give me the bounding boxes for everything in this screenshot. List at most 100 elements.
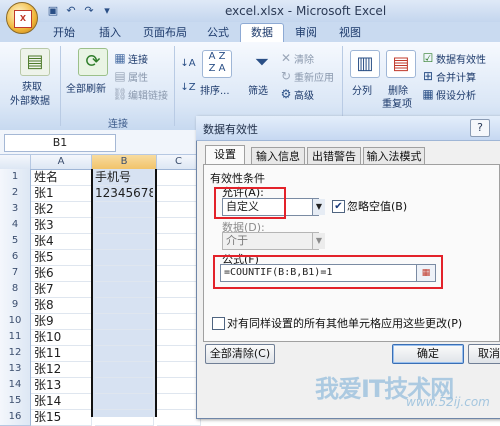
get-external-data-icon[interactable]: ▤ — [20, 48, 50, 76]
cell-a[interactable]: 张14 — [31, 393, 92, 410]
row-header[interactable]: 1 — [0, 169, 31, 186]
row-header[interactable]: 2 — [0, 185, 31, 202]
cell-c[interactable] — [157, 201, 201, 218]
remove-duplicates-icon[interactable]: ▤ — [386, 50, 416, 78]
tab-error-alert[interactable]: 出错警告 — [307, 147, 361, 165]
advanced-button[interactable]: 高级 — [294, 87, 314, 102]
cell-a[interactable]: 张8 — [31, 297, 92, 314]
row-header[interactable]: 14 — [0, 377, 31, 394]
clear-all-button[interactable]: 全部清除(C) — [205, 344, 275, 364]
tab-view[interactable]: 视图 — [330, 24, 370, 42]
cell-b[interactable] — [95, 249, 154, 266]
cell-a[interactable]: 张5 — [31, 249, 92, 266]
apply-all-checkbox[interactable] — [212, 317, 225, 330]
sort-za-icon[interactable]: ↓Z — [180, 80, 196, 96]
row-header[interactable]: 5 — [0, 233, 31, 250]
cell-c[interactable] — [157, 297, 201, 314]
cell-c[interactable] — [157, 185, 201, 202]
row-header[interactable]: 13 — [0, 361, 31, 378]
cell-a[interactable]: 张4 — [31, 233, 92, 250]
office-button[interactable]: X — [6, 2, 38, 34]
name-box[interactable]: B1 — [4, 134, 116, 152]
tab-input-message[interactable]: 输入信息 — [251, 147, 305, 165]
row-header[interactable]: 8 — [0, 281, 31, 298]
apply-all-label[interactable]: 对有同样设置的所有其他单元格应用这些更改(P) — [227, 315, 462, 331]
qat-dropdown-icon[interactable]: ▾ — [100, 4, 114, 17]
cell-c[interactable] — [157, 361, 201, 378]
consolidate-button[interactable]: 合并计算 — [436, 69, 476, 84]
data-select[interactable]: 介于 — [222, 232, 319, 250]
data-validation-button[interactable]: 数据有效性 — [436, 51, 486, 66]
tab-data[interactable]: 数据 — [240, 23, 284, 42]
cell-c[interactable] — [157, 217, 201, 234]
cell-b[interactable] — [95, 265, 154, 282]
row-header[interactable]: 16 — [0, 409, 31, 426]
cell-c[interactable] — [157, 233, 201, 250]
cell-a[interactable]: 张7 — [31, 281, 92, 298]
reapply-button[interactable]: 重新应用 — [294, 69, 334, 84]
row-header[interactable]: 15 — [0, 393, 31, 410]
cell-c[interactable] — [157, 313, 201, 330]
cell-b[interactable]: 12345678 — [95, 185, 154, 202]
what-if-button[interactable]: 假设分析 — [436, 87, 476, 102]
cell-b[interactable] — [95, 233, 154, 250]
save-icon[interactable]: ▣ — [46, 4, 60, 17]
what-if-icon[interactable]: ▦ — [420, 86, 436, 102]
tab-insert[interactable]: 插入 — [88, 24, 132, 42]
cell-a[interactable]: 张10 — [31, 329, 92, 346]
cell-a[interactable]: 张6 — [31, 265, 92, 282]
row-header[interactable]: 11 — [0, 329, 31, 346]
cell-b[interactable] — [95, 393, 154, 410]
cell-a[interactable]: 姓名 — [31, 169, 92, 186]
row-header[interactable]: 4 — [0, 217, 31, 234]
undo-icon[interactable]: ↶ — [64, 4, 78, 17]
text-to-columns-button[interactable]: 分列 — [352, 82, 372, 97]
help-button[interactable]: ? — [470, 119, 490, 137]
row-header[interactable]: 3 — [0, 201, 31, 218]
properties-button[interactable]: 属性 — [128, 69, 148, 84]
ok-button[interactable]: 确定 — [392, 344, 464, 364]
column-header-b[interactable]: B — [92, 155, 157, 170]
tab-review[interactable]: 审阅 — [286, 24, 326, 42]
cell-b[interactable] — [95, 361, 154, 378]
select-all-corner[interactable] — [0, 155, 31, 170]
ignore-blank-checkbox[interactable]: ✔ — [332, 200, 345, 213]
sort-button[interactable]: 排序... — [200, 82, 230, 97]
cell-c[interactable] — [157, 409, 201, 426]
cancel-button[interactable]: 取消 — [468, 344, 500, 364]
cell-a[interactable]: 张15 — [31, 409, 92, 426]
cell-b[interactable] — [95, 201, 154, 218]
tab-settings[interactable]: 设置 — [205, 145, 245, 166]
advanced-icon[interactable]: ⚙ — [278, 86, 294, 102]
cell-a[interactable]: 张1 — [31, 185, 92, 202]
tab-ime-mode[interactable]: 输入法模式 — [363, 147, 425, 165]
cell-c[interactable] — [157, 329, 201, 346]
cell-b[interactable] — [95, 313, 154, 330]
cell-c[interactable] — [157, 169, 201, 186]
row-header[interactable]: 10 — [0, 313, 31, 330]
cell-a[interactable]: 张12 — [31, 361, 92, 378]
cell-a[interactable]: 张2 — [31, 201, 92, 218]
cell-c[interactable] — [157, 345, 201, 362]
cell-c[interactable] — [157, 377, 201, 394]
filter-icon[interactable]: ⏷ — [248, 50, 276, 76]
row-header[interactable]: 12 — [0, 345, 31, 362]
connections-icon[interactable]: ▦ — [112, 50, 128, 66]
cell-a[interactable]: 张3 — [31, 217, 92, 234]
cell-c[interactable] — [157, 249, 201, 266]
text-to-columns-icon[interactable]: ▥ — [350, 50, 380, 78]
data-dropdown-icon[interactable]: ▼ — [312, 233, 325, 249]
tab-home[interactable]: 开始 — [42, 24, 86, 42]
edit-links-button[interactable]: 编辑链接 — [128, 87, 168, 102]
data-validation-icon[interactable]: ☑ — [420, 50, 436, 66]
cell-c[interactable] — [157, 281, 201, 298]
row-header[interactable]: 6 — [0, 249, 31, 266]
cell-a[interactable]: 张11 — [31, 345, 92, 362]
cell-b[interactable] — [95, 409, 154, 426]
sort-dialog-icon[interactable]: A ZZ A — [202, 50, 232, 78]
cell-b[interactable] — [95, 377, 154, 394]
cell-b[interactable]: 手机号 — [95, 169, 154, 186]
cell-b[interactable] — [95, 217, 154, 234]
refresh-all-icon[interactable]: ⟳ — [78, 48, 108, 76]
connections-button[interactable]: 连接 — [128, 51, 148, 66]
